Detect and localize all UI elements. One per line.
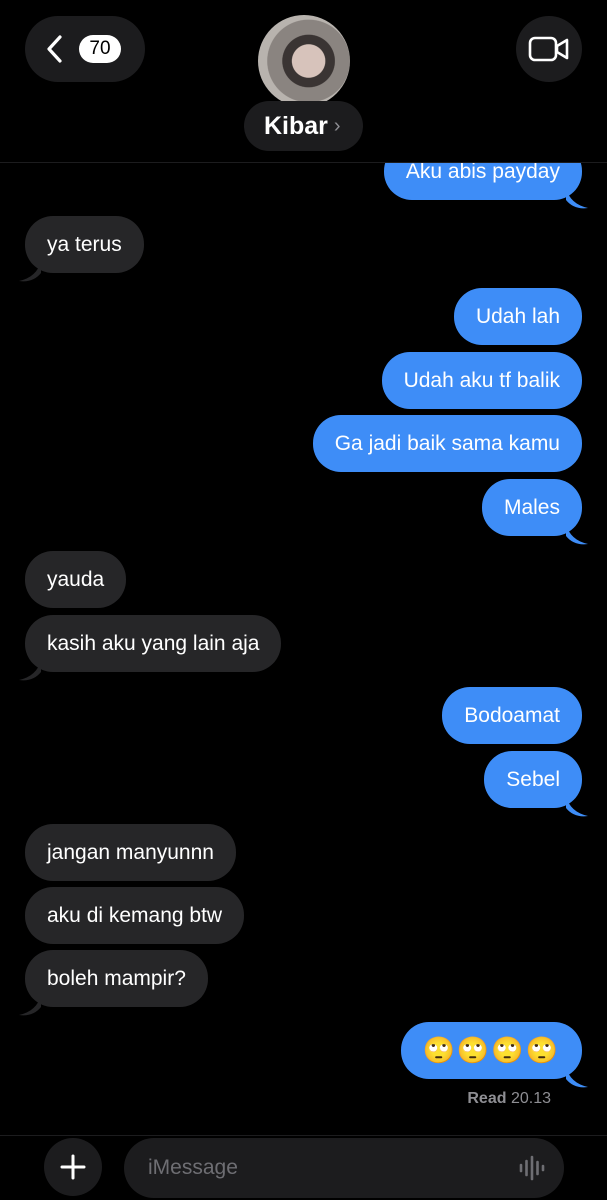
outgoing-message[interactable]: Ga jadi baik sama kamu	[312, 415, 582, 472]
read-label: Read	[467, 1090, 507, 1107]
message-thread[interactable]: Aku abis payday ya terus Udah lah Udah a…	[0, 0, 607, 1135]
bubble-tail-icon	[19, 660, 41, 681]
incoming-message[interactable]: jangan manyunnn	[25, 824, 236, 881]
video-call-button[interactable]	[516, 16, 582, 82]
contact-name-button[interactable]: Kibar ›	[244, 101, 363, 151]
waveform-icon[interactable]	[518, 1154, 546, 1182]
video-camera-icon	[528, 36, 569, 62]
messages-screen: Aku abis payday ya terus Udah lah Udah a…	[0, 0, 607, 1200]
back-button[interactable]: 70	[25, 16, 145, 82]
outgoing-message[interactable]: Sebel	[484, 751, 588, 817]
message-text: aku di kemang btw	[47, 903, 223, 927]
apps-button[interactable]	[44, 1138, 102, 1196]
message-text: yauda	[47, 567, 105, 591]
bubble-tail-icon	[566, 1067, 588, 1088]
plus-icon	[60, 1154, 86, 1180]
contact-avatar[interactable]	[258, 15, 350, 107]
conversation-header: 70 Kibar ›	[0, 0, 607, 163]
outgoing-message[interactable]: Udah aku tf balik	[381, 352, 582, 409]
outgoing-message[interactable]: Udah lah	[453, 288, 582, 345]
message-text: Bodoamat	[464, 703, 560, 727]
message-input-placeholder: iMessage	[148, 1156, 238, 1179]
incoming-message[interactable]: ya terus	[19, 216, 144, 282]
incoming-message[interactable]: boleh mampir?	[19, 950, 208, 1016]
message-text: Sebel	[506, 767, 560, 791]
incoming-message[interactable]: aku di kemang btw	[25, 887, 245, 944]
outgoing-message[interactable]: Males	[481, 479, 588, 545]
message-text: 🙄🙄🙄🙄	[422, 1035, 560, 1065]
bubble-tail-icon	[19, 995, 41, 1016]
outgoing-message[interactable]: Bodoamat	[442, 687, 582, 744]
message-text: boleh mampir?	[47, 966, 186, 990]
message-text: Males	[503, 495, 560, 519]
read-time: 20.13	[510, 1090, 551, 1107]
chevron-left-icon	[47, 35, 62, 63]
incoming-message[interactable]: yauda	[25, 551, 127, 608]
bubble-tail-icon	[566, 796, 588, 817]
message-text: Udah aku tf balik	[403, 368, 560, 392]
message-text: jangan manyunnn	[47, 840, 214, 864]
message-text: Udah lah	[475, 304, 560, 328]
incoming-message[interactable]: kasih aku yang lain aja	[19, 615, 282, 681]
input-bar: iMessage	[0, 1135, 607, 1200]
unread-count-badge: 70	[79, 35, 121, 63]
message-text: Aku abis payday	[405, 159, 560, 183]
contact-name: Kibar	[264, 111, 328, 140]
message-text: Ga jadi baik sama kamu	[334, 431, 560, 455]
bubble-tail-icon	[566, 524, 588, 545]
bubble-tail-icon	[19, 261, 41, 282]
outgoing-message[interactable]: 🙄🙄🙄🙄	[400, 1022, 588, 1088]
read-receipt: Read 20.13	[467, 1090, 551, 1108]
message-input[interactable]: iMessage	[124, 1138, 564, 1198]
chevron-right-icon: ›	[333, 114, 341, 137]
message-text: ya terus	[47, 232, 122, 256]
bubble-tail-icon	[566, 188, 588, 209]
message-text: kasih aku yang lain aja	[47, 631, 260, 655]
